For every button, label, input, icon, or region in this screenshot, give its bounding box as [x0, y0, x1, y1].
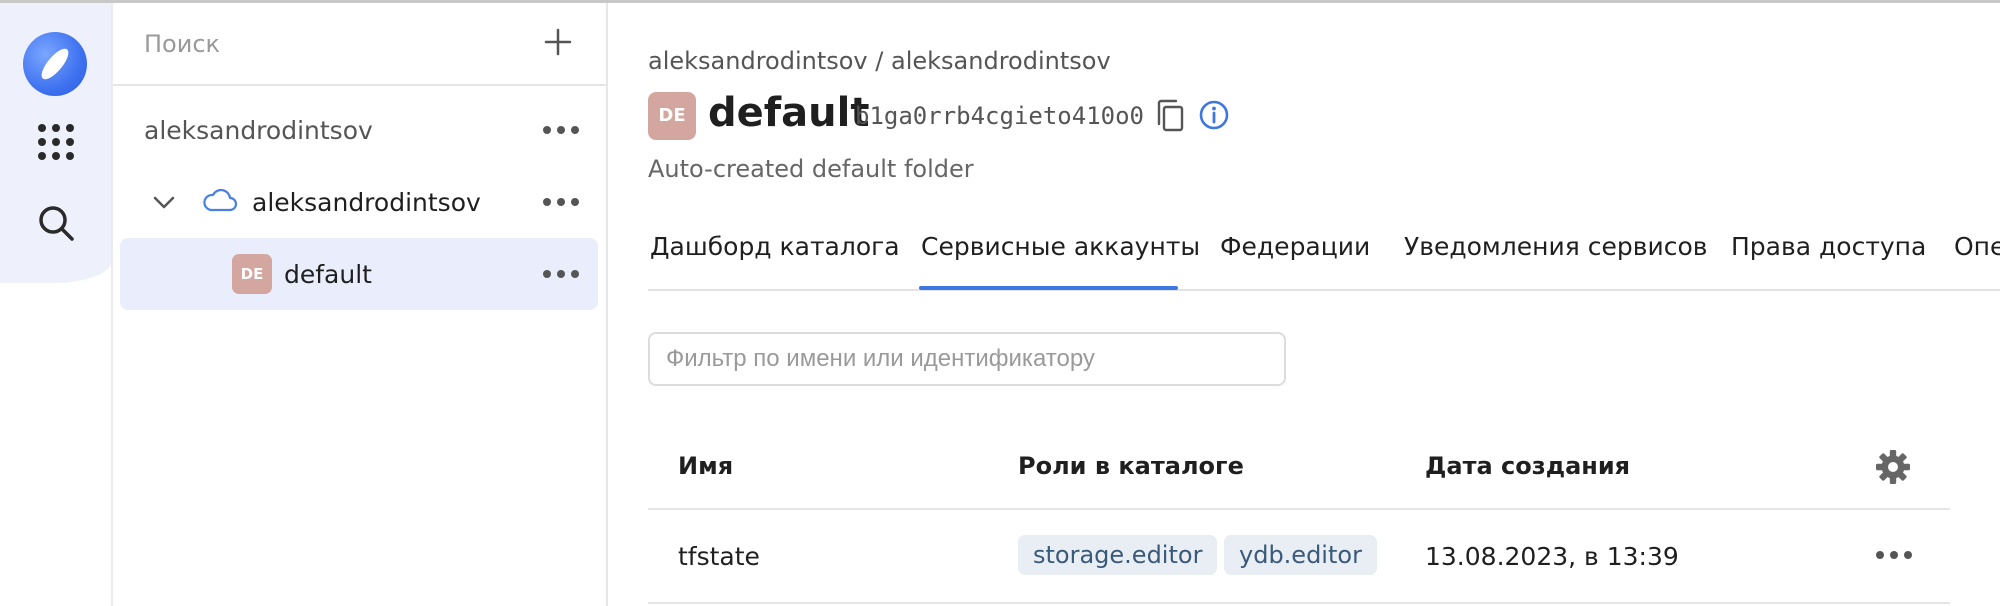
row-actions-icon[interactable]: [1876, 551, 1912, 561]
tree-item-folder[interactable]: DE default: [120, 238, 598, 310]
gear-icon[interactable]: [1874, 448, 1912, 486]
role-badge: storage.editor: [1018, 535, 1218, 575]
search-icon[interactable]: [34, 201, 78, 245]
filter-input[interactable]: [666, 334, 1266, 384]
service-account-name[interactable]: tfstate: [678, 542, 760, 571]
copy-icon[interactable]: [1154, 98, 1186, 134]
folder-avatar: DE: [648, 92, 696, 140]
resource-tree-panel: Поиск aleksandrodintsov aleksandrodintso…: [113, 3, 607, 606]
cloud-logo-icon[interactable]: [23, 32, 87, 96]
breadcrumb-cloud[interactable]: aleksandrodintsov: [891, 47, 1111, 75]
tab-service-accounts[interactable]: Сервисные аккаунты: [921, 232, 1200, 261]
tree-divider: [606, 3, 608, 606]
chevron-down-icon[interactable]: [152, 192, 176, 212]
tab-operations[interactable]: Опе: [1954, 232, 2000, 261]
role-badge: ydb.editor: [1224, 535, 1377, 575]
tabs-divider: [648, 289, 2000, 291]
folder-description: Auto-created default folder: [648, 155, 974, 183]
breadcrumb-org[interactable]: aleksandrodintsov: [648, 47, 868, 75]
info-icon[interactable]: [1198, 99, 1230, 131]
tree-search[interactable]: Поиск: [113, 3, 607, 86]
tab-notifications[interactable]: Уведомления сервисов: [1404, 232, 1707, 261]
tabs-bar: Дашборд каталога Сервисные аккаунты Феде…: [648, 232, 2000, 292]
breadcrumb-separator: /: [875, 47, 884, 75]
column-header-created: Дата создания: [1425, 452, 1631, 480]
add-icon[interactable]: [543, 27, 573, 57]
page-title: default: [708, 90, 870, 136]
more-icon[interactable]: [543, 198, 579, 208]
more-icon[interactable]: [543, 126, 579, 136]
tree-item-label: aleksandrodintsov: [144, 116, 373, 145]
breadcrumb: aleksandrodintsov / aleksandrodintsov: [648, 47, 1111, 75]
tree-item-cloud[interactable]: aleksandrodintsov: [120, 166, 598, 238]
table-row-divider: [648, 602, 1950, 604]
filter-box[interactable]: [648, 332, 1286, 386]
left-rail: [0, 3, 112, 606]
tab-federations[interactable]: Федерации: [1220, 232, 1370, 261]
apps-grid-icon[interactable]: [34, 120, 78, 164]
tree-search-placeholder[interactable]: Поиск: [144, 30, 220, 58]
tree-item-label: aleksandrodintsov: [252, 188, 481, 217]
tab-dashboard[interactable]: Дашборд каталога: [650, 232, 900, 261]
cloud-icon: [202, 186, 238, 214]
tree-item-organization[interactable]: aleksandrodintsov: [120, 94, 598, 166]
table-header-divider: [648, 508, 1950, 510]
tab-access-rights[interactable]: Права доступа: [1731, 232, 1926, 261]
column-header-roles: Роли в каталоге: [1018, 452, 1244, 480]
active-tab-indicator: [919, 286, 1178, 290]
tree-item-label: default: [284, 260, 372, 289]
folder-id: b1ga0rrb4cgieto410o0: [855, 102, 1144, 130]
created-date: 13.08.2023, в 13:39: [1425, 542, 1679, 571]
folder-avatar: DE: [232, 254, 272, 294]
column-header-name: Имя: [678, 452, 734, 480]
more-icon[interactable]: [543, 270, 579, 280]
